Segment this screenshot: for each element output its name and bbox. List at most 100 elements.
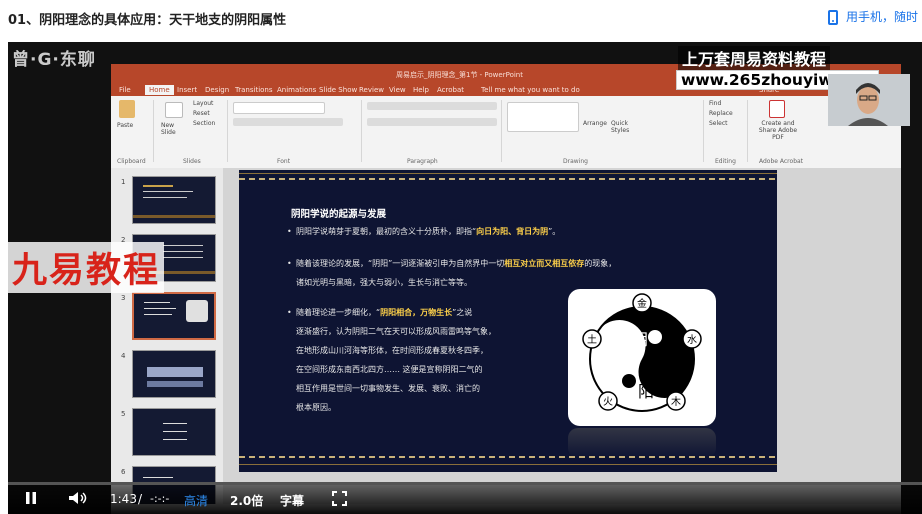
thumb-line [163, 245, 203, 246]
tab-file: File [119, 86, 131, 94]
reset-label: Reset [193, 110, 210, 117]
taiji-graphic: 阴 阳 金 水 木 火 土 [582, 293, 702, 412]
new-slide-label: New Slide [161, 122, 176, 136]
video-player[interactable]: 周易启示_阴阳理念_第1节 - PowerPoint File Home Ins… [8, 42, 922, 514]
ribbon-separator [153, 100, 154, 162]
presenter-avatar [828, 74, 910, 126]
page-header: 01、阴阳理念的具体应用：天干地支的阴阳属性 用手机，随时 [0, 0, 922, 36]
quality-button[interactable]: 高清 [184, 492, 208, 509]
group-clipboard: Clipboard [117, 158, 146, 165]
group-font: Font [277, 158, 291, 165]
fullscreen-icon [332, 491, 347, 506]
thumb-line [163, 257, 203, 258]
adobe-pdf-icon [769, 100, 785, 118]
element-fire: 火 [603, 396, 613, 408]
ribbon: Paste New Slide Layout Reset Section Arr… [111, 96, 901, 169]
watermark-top-left: 曾·G·东聊 [12, 50, 96, 70]
new-slide-icon [165, 102, 183, 118]
select-label: Select [709, 120, 728, 127]
layout-label: Layout [193, 100, 214, 107]
group-editing: Editing [715, 158, 736, 165]
alignment-buttons [367, 118, 497, 126]
tab-animations: Animations [277, 86, 317, 94]
powerpoint-window: 周易启示_阴阳理念_第1节 - PowerPoint File Home Ins… [111, 64, 901, 514]
quick-styles-label: Quick Styles [611, 120, 630, 134]
thumb-line [144, 314, 172, 315]
tab-acrobat: Acrobat [437, 86, 464, 94]
slide-bullet-2: • 随着该理论的发展，“阴阳”一词逐渐被引申为自然界中一切相互对立而又相互依存的现… [287, 259, 617, 287]
slide-number: 1 [121, 178, 126, 186]
tab-home: Home [145, 85, 174, 95]
subtitle-button[interactable]: 字幕 [280, 492, 304, 509]
tab-transitions: Transitions [235, 86, 273, 94]
taiji-diagram: 阴 阳 金 水 木 火 土 [568, 289, 716, 426]
thumb-line [133, 215, 215, 218]
yang-label: 阳 [638, 382, 654, 401]
ribbon-separator [747, 100, 748, 162]
page-title: 01、阴阳理念的具体应用：天干地支的阴阳属性 [8, 13, 287, 28]
watermark-site-name: 上万套周易资料教程 [678, 46, 831, 70]
ribbon-separator [227, 100, 228, 162]
volume-button[interactable] [68, 491, 88, 508]
slide-dash-border [239, 456, 777, 458]
element-earth: 土 [587, 333, 597, 346]
fullscreen-button[interactable] [332, 491, 347, 509]
bullet-text: 诸如光明与黑暗，强大与弱小，生长与消亡等等。 [296, 278, 472, 287]
find-label: Find [709, 100, 722, 107]
tab-view: View [389, 86, 406, 94]
thumb-line [143, 477, 173, 478]
bullet-text: 相互作用是世间一切事物发生、发展、衰败、消亡的 [296, 384, 480, 393]
slide-number: 4 [121, 352, 126, 360]
current-slide: 阴阳学说的起源与发展 • 阴阳学说萌芽于夏朝，最初的含义十分质朴，即指“向日为阳、… [239, 170, 777, 472]
tab-slide-show: Slide Show [319, 86, 358, 94]
create-share-pdf-label: Create and Share Adobe PDF [758, 120, 798, 141]
slide-thumbnail [132, 408, 216, 456]
bullet-text: 阴阳学说萌芽于夏朝，最初的含义十分质朴，即指“ [296, 227, 477, 236]
mobile-watch-link[interactable]: 用手机，随时 [828, 8, 918, 25]
font-format-buttons [233, 118, 343, 126]
tab-design: Design [205, 86, 230, 94]
taiji-yin-dot [648, 330, 662, 344]
speed-button[interactable]: 2.0倍 [230, 492, 263, 509]
yin-label: 阴 [632, 330, 648, 349]
shapes-gallery [507, 102, 579, 132]
arrange-label: Arrange [583, 120, 607, 127]
thumb-image [147, 381, 203, 387]
slide-thumbnail [132, 176, 216, 224]
thumb-line [163, 439, 187, 440]
pause-button[interactable] [24, 491, 38, 508]
bullet-text: ”之说 [452, 308, 473, 317]
slide-dash-border [239, 178, 777, 180]
taiji-yang-dot [622, 374, 636, 388]
bullet-text: 的现象， [584, 259, 617, 268]
thumb-image [186, 300, 208, 322]
slide-bullet-3: • 随着理论进一步细化，“阴阳相合，万物生长”之说 逐渐盛行，认为阴阳二气在天可以… [287, 308, 496, 412]
progress-bar[interactable] [8, 482, 922, 485]
replace-label: Replace [709, 110, 733, 117]
bullet-highlight: 相互对立而又相互依存 [504, 259, 585, 268]
slide-bullet-1: • 阴阳学说萌芽于夏朝，最初的含义十分质朴，即指“向日为阳、背日为阴”。 [287, 227, 561, 236]
player-controls: 1:43 / -:-:- 高清 2.0倍 字幕 [8, 482, 922, 514]
volume-icon [69, 492, 87, 504]
slide-border-line [239, 464, 777, 465]
bullet-text: 随着该理论的发展，“阴阳”一词逐渐被引申为自然界中一切 [296, 259, 505, 268]
element-metal: 金 [637, 297, 647, 310]
pause-icon [26, 492, 36, 504]
bullet-highlight: 向日为阳、背日为阴 [476, 227, 549, 236]
paragraph-buttons [367, 102, 497, 110]
tell-me-box: Tell me what you want to do [481, 86, 580, 94]
slide-thumbnail-selected [132, 292, 216, 340]
taiji-reflection [568, 428, 716, 458]
tab-help: Help [413, 86, 429, 94]
slide-canvas: 阴阳学说的起源与发展 • 阴阳学说萌芽于夏朝，最初的含义十分质朴，即指“向日为阳、… [223, 168, 901, 514]
bullet-highlight: 阴阳相合，万物生长 [380, 308, 453, 317]
slide-number: 3 [121, 294, 126, 302]
thumb-line [163, 431, 187, 432]
bullet-text: 随着理论进一步细化，“ [296, 308, 381, 317]
element-wood: 木 [671, 396, 681, 408]
tab-insert: Insert [177, 86, 198, 94]
phone-icon [828, 10, 838, 25]
bullet-text: ”。 [548, 227, 561, 236]
thumb-image [147, 367, 203, 377]
slide-heading: 阴阳学说的起源与发展 [291, 209, 387, 220]
